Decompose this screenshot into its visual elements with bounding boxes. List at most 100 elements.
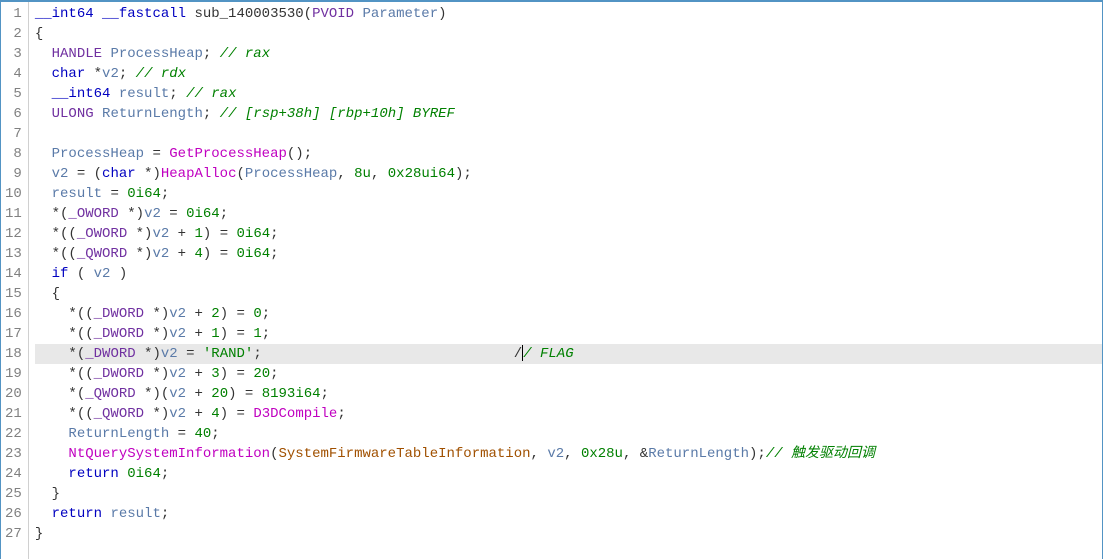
line-number-gutter: 1234567891011121314151617181920212223242… xyxy=(1,2,29,559)
token: + xyxy=(186,306,211,322)
line-number: 13 xyxy=(5,244,22,264)
code-line[interactable]: return result; xyxy=(35,504,1102,524)
code-line[interactable]: *(_DWORD *)v2 = 'RAND'; // FLAG xyxy=(35,344,1102,364)
token: 'RAND' xyxy=(203,346,253,362)
code-area[interactable]: __int64 __fastcall sub_140003530(PVOID P… xyxy=(29,2,1102,559)
line-number: 21 xyxy=(5,404,22,424)
token: ; xyxy=(161,506,169,522)
token: 0i64 xyxy=(237,246,271,262)
token: if xyxy=(52,266,69,282)
token: 0i64 xyxy=(237,226,271,242)
code-line[interactable]: } xyxy=(35,524,1102,544)
token: = xyxy=(169,426,194,442)
code-line[interactable]: result = 0i64; xyxy=(35,184,1102,204)
token: *(( xyxy=(35,366,94,382)
token: 8u xyxy=(354,166,371,182)
token: = ( xyxy=(68,166,102,182)
token: // rax xyxy=(220,46,270,62)
token: v2 xyxy=(152,246,169,262)
token: ) = xyxy=(220,366,254,382)
token: ; xyxy=(119,66,136,82)
token: __int64 xyxy=(52,86,111,102)
line-number: 11 xyxy=(5,204,22,224)
token: v2 xyxy=(52,166,69,182)
token: v2 xyxy=(161,346,178,362)
line-number: 9 xyxy=(5,164,22,184)
token: _DWORD xyxy=(85,346,135,362)
token: *( xyxy=(35,346,85,362)
token: *) xyxy=(127,246,152,262)
token: *(( xyxy=(35,306,94,322)
line-number: 15 xyxy=(5,284,22,304)
line-number: 18 xyxy=(5,344,22,364)
token: ; xyxy=(169,86,186,102)
token: *) xyxy=(144,326,169,342)
token: // [rsp+38h] [rbp+10h] BYREF xyxy=(220,106,455,122)
code-line[interactable]: *((_OWORD *)v2 + 1) = 0i64; xyxy=(35,224,1102,244)
token: // rax xyxy=(186,86,236,102)
token xyxy=(35,86,52,102)
code-line[interactable]: v2 = (char *)HeapAlloc(ProcessHeap, 8u, … xyxy=(35,164,1102,184)
token: ; xyxy=(321,386,329,402)
token: *) xyxy=(144,406,169,422)
code-line[interactable]: NtQuerySystemInformation(SystemFirmwareT… xyxy=(35,444,1102,464)
token: *) xyxy=(144,306,169,322)
code-line[interactable] xyxy=(35,124,1102,144)
token: 20 xyxy=(211,386,228,402)
token xyxy=(35,266,52,282)
code-line[interactable]: *(_QWORD *)(v2 + 20) = 8193i64; xyxy=(35,384,1102,404)
token: ; xyxy=(337,406,345,422)
token: ) xyxy=(438,6,446,22)
code-line[interactable]: *(_OWORD *)v2 = 0i64; xyxy=(35,204,1102,224)
token: _QWORD xyxy=(94,406,144,422)
code-line[interactable]: *((_QWORD *)v2 + 4) = 0i64; xyxy=(35,244,1102,264)
code-line[interactable]: ReturnLength = 40; xyxy=(35,424,1102,444)
token: __int64 xyxy=(35,6,94,22)
code-line[interactable]: *((_DWORD *)v2 + 3) = 20; xyxy=(35,364,1102,384)
code-line[interactable]: __int64 result; // rax xyxy=(35,84,1102,104)
code-line[interactable]: __int64 __fastcall sub_140003530(PVOID P… xyxy=(35,4,1102,24)
token: / xyxy=(262,346,522,362)
token: _OWORD xyxy=(77,226,127,242)
line-number: 26 xyxy=(5,504,22,524)
code-line[interactable]: if ( v2 ) xyxy=(35,264,1102,284)
token: ) = xyxy=(220,326,254,342)
line-number: 14 xyxy=(5,264,22,284)
token: // rdx xyxy=(136,66,186,82)
token: 0x28ui64 xyxy=(388,166,455,182)
token: ; xyxy=(270,246,278,262)
token: + xyxy=(186,326,211,342)
token: , xyxy=(564,446,581,462)
token: *(( xyxy=(35,246,77,262)
decompiler-view: 1234567891011121314151617181920212223242… xyxy=(1,2,1102,559)
token: *) xyxy=(144,366,169,382)
token: / FLAG xyxy=(523,346,573,362)
code-line[interactable]: *((_DWORD *)v2 + 1) = 1; xyxy=(35,324,1102,344)
token: *) xyxy=(136,346,161,362)
token: _DWORD xyxy=(94,306,144,322)
token: 20 xyxy=(253,366,270,382)
code-line[interactable]: char *v2; // rdx xyxy=(35,64,1102,84)
code-line[interactable]: HANDLE ProcessHeap; // rax xyxy=(35,44,1102,64)
token: 4 xyxy=(195,246,203,262)
token: HANDLE xyxy=(52,46,102,62)
token: 8193i64 xyxy=(262,386,321,402)
token: 1 xyxy=(195,226,203,242)
code-line[interactable]: *((_QWORD *)v2 + 4) = D3DCompile; xyxy=(35,404,1102,424)
token: ( xyxy=(304,6,312,22)
code-line[interactable]: *((_DWORD *)v2 + 2) = 0; xyxy=(35,304,1102,324)
code-line[interactable]: ProcessHeap = GetProcessHeap(); xyxy=(35,144,1102,164)
token: GetProcessHeap xyxy=(169,146,287,162)
code-line[interactable]: } xyxy=(35,484,1102,504)
code-line[interactable]: { xyxy=(35,284,1102,304)
token: *(( xyxy=(35,326,94,342)
token: = xyxy=(102,186,127,202)
code-line[interactable]: { xyxy=(35,24,1102,44)
token xyxy=(35,46,52,62)
line-number: 19 xyxy=(5,364,22,384)
token: v2 xyxy=(169,306,186,322)
code-line[interactable]: ULONG ReturnLength; // [rsp+38h] [rbp+10… xyxy=(35,104,1102,124)
token: ProcessHeap xyxy=(110,46,202,62)
token: __fastcall xyxy=(102,6,186,22)
code-line[interactable]: return 0i64; xyxy=(35,464,1102,484)
